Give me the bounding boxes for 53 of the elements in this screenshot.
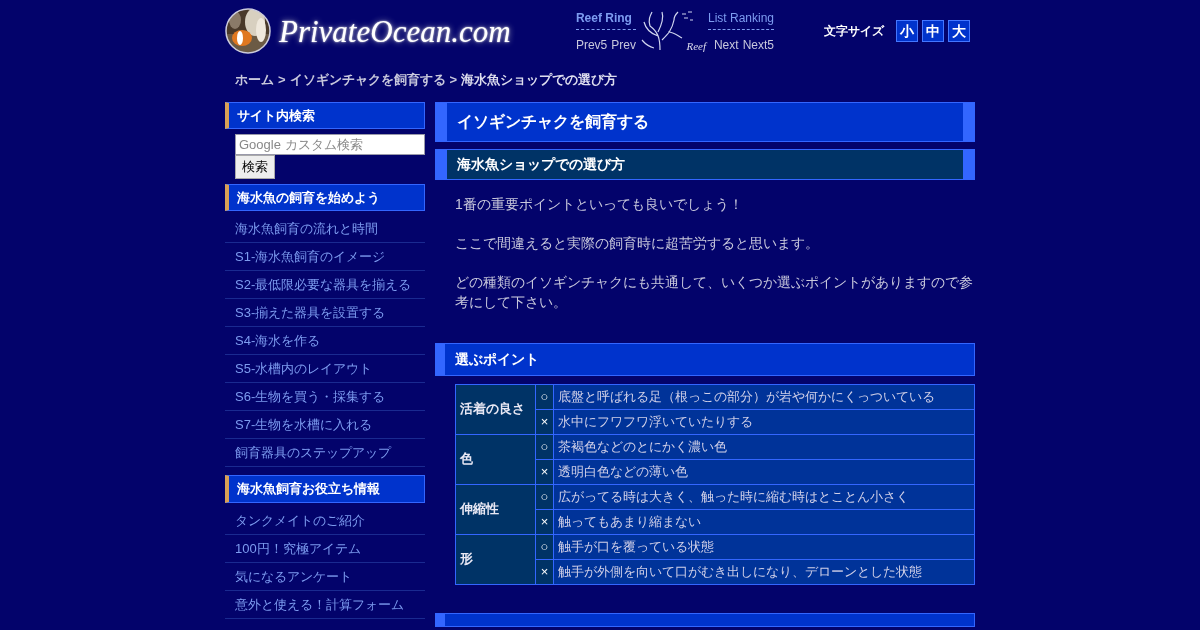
- table-cell: 透明白色などの薄い色: [553, 459, 975, 484]
- sidebar-link[interactable]: タンクメイトのご紹介: [225, 506, 425, 535]
- breadcrumb-link[interactable]: イソギンチャクを飼育する: [289, 70, 446, 90]
- site-logo[interactable]: PrivateOcean.com: [279, 15, 511, 47]
- table-cell: 触手が外側を向いて口がむき出しになり、デローンとした状態: [553, 559, 975, 584]
- sidebar-link[interactable]: S3-揃えた器具を設置する: [225, 299, 425, 327]
- font-size-button[interactable]: 小: [896, 20, 918, 42]
- sidebar-link[interactable]: S1-海水魚飼育のイメージ: [225, 243, 425, 271]
- sidebar-link[interactable]: 意外と使える！計算フォーム: [225, 590, 425, 619]
- paragraph: ここで間違えると実際の飼育時に超苦労すると思います。: [455, 233, 820, 253]
- page-title: イソギンチャクを飼育する: [435, 101, 975, 142]
- breadcrumb-separator: >: [449, 71, 458, 89]
- sidebar-link[interactable]: 海水魚飼育の流れと時間: [225, 215, 425, 243]
- section-heading: 選ぶポイント: [435, 342, 975, 376]
- sidebar-link[interactable]: S4-海水を作る: [225, 327, 425, 355]
- table-cell: 触手が口を覆っている状態: [553, 534, 975, 559]
- table-cell: 底盤と呼ばれる足（根っこの部分）が岩や何かにくっついている: [553, 384, 975, 409]
- prev-link[interactable]: Prev: [611, 35, 636, 54]
- table-cell: 形: [455, 534, 536, 584]
- font-size-button[interactable]: 中: [922, 20, 944, 42]
- sidebar-link[interactable]: 飼育器具のステップアップ: [225, 439, 425, 467]
- next-link[interactable]: Next: [713, 35, 739, 54]
- search-button[interactable]: 検索: [235, 155, 275, 179]
- sidebar-heading: サイト内検索: [225, 101, 425, 129]
- font-size-button[interactable]: 大: [948, 20, 970, 42]
- sidebar-heading: 海水魚飼育お役立ち情報: [225, 475, 425, 503]
- table-cell: 色: [455, 434, 536, 484]
- reef-ring-link[interactable]: Reef Ring: [575, 8, 636, 30]
- paragraph: 1番の重要ポイントといっても良いでしょう！: [455, 194, 744, 214]
- table-cell: 広がってる時は大きく、触った時に縮む時はとことん小さく: [553, 484, 975, 509]
- next5-link[interactable]: Next5: [742, 35, 774, 54]
- section-title: 海水魚ショップでの選び方: [435, 148, 975, 180]
- prev5-link[interactable]: Prev5: [575, 35, 608, 54]
- table-cell: 水中にフワフワ浮いていたりする: [553, 409, 975, 434]
- breadcrumb-current: 海水魚ショップでの選び方: [461, 71, 618, 89]
- sidebar-link[interactable]: S6-生物を買う・採集する: [225, 383, 425, 411]
- list-ranking-link[interactable]: List Ranking: [707, 8, 774, 30]
- sidebar-link[interactable]: 100円！究極アイテム: [225, 534, 425, 563]
- sidebar-link[interactable]: S7-生物を水槽に入れる: [225, 411, 425, 439]
- breadcrumb-separator: >: [278, 71, 286, 89]
- font-size-label: 文字サイズ: [824, 23, 884, 40]
- sidebar-heading: 海水魚の飼育を始めよう: [225, 183, 425, 211]
- sidebar-link[interactable]: S2-最低限必要な器具を揃える: [225, 271, 425, 299]
- table-cell: 茶褐色などのとにかく濃い色: [553, 434, 975, 459]
- breadcrumb-link[interactable]: ホーム: [235, 70, 274, 90]
- reef-logo-text: Reef: [686, 38, 706, 54]
- sidebar-link[interactable]: S5-水槽内のレイアウト: [225, 355, 425, 383]
- table-cell: 触ってもあまり縮まない: [553, 509, 975, 534]
- paragraph: どの種類のイソギンチャクにも共通して、いくつか選ぶポイントがありますので参考にして下さい。: [455, 272, 974, 312]
- table-cell: 伸縮性: [455, 484, 536, 534]
- sidebar-link[interactable]: 気になるアンケート: [225, 562, 425, 591]
- table-cell: 活着の良さ: [455, 384, 536, 434]
- search-field[interactable]: Google カスタム検索: [235, 134, 425, 155]
